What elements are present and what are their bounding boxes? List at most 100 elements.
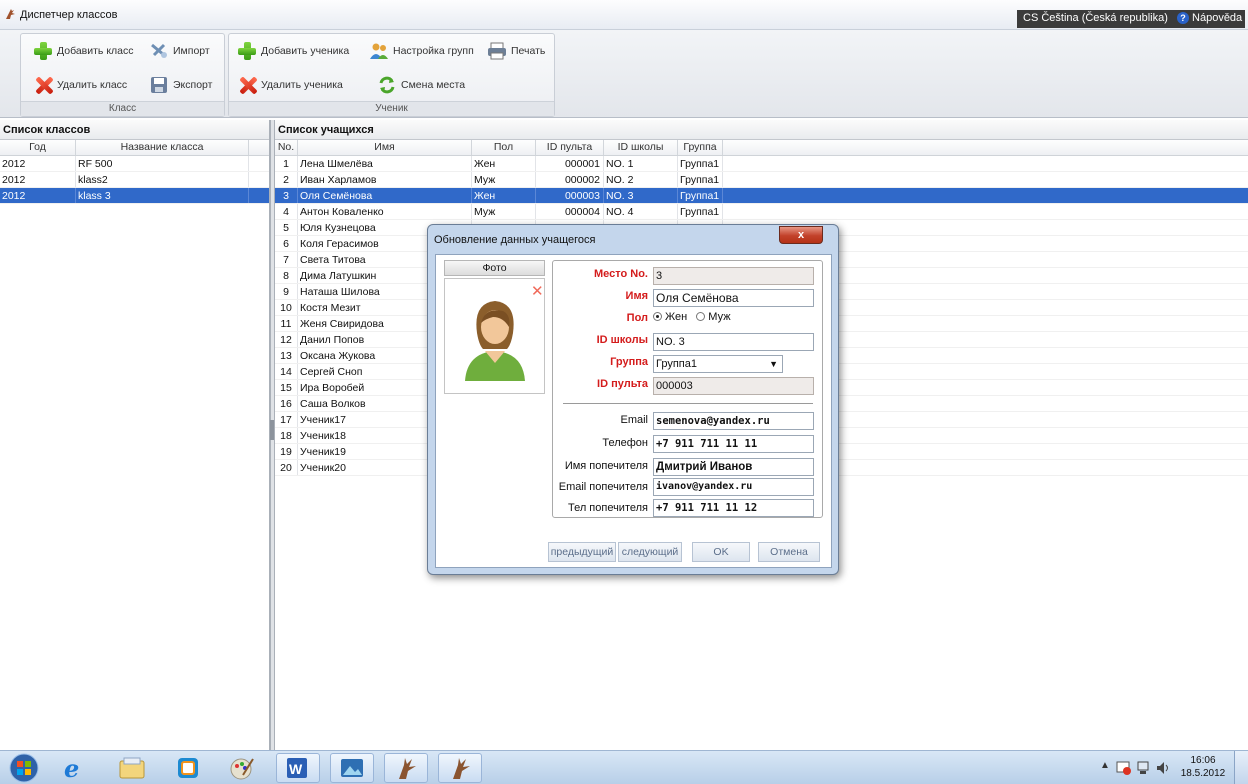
add-class-button[interactable]: Добавить класс [33,40,134,62]
delete-class-button[interactable]: Удалить класс [33,74,127,96]
windows-start-icon [9,753,39,783]
dialog-body: Фото ✕ Место No. 3 Имя Оля Семёнова Пол … [435,254,832,568]
avatar-icon [465,301,525,381]
group-select-value: Группа1 [656,358,697,370]
photo-label: Фото [444,260,545,276]
guardian-phone-label: Тел попечителя [567,502,648,514]
student-row[interactable]: 1 Лена Шмелёва Жен 000001 NO. 1 Группа1 [275,156,1248,172]
taskbar-class-manager-2[interactable] [438,753,482,783]
class-year-cell: 2012 [0,188,76,203]
help-label[interactable]: Nápověda [1192,12,1242,24]
update-student-dialog: Обновление данных учащегося x Фото ✕ Мес… [427,224,839,575]
sex-male-radio[interactable] [696,312,706,321]
guardian-email-field[interactable]: ivanov@yandex.ru [653,478,814,496]
class-list-body: 2012 RF 500 2012 klass2 2012 klass 3 [0,156,269,204]
column-name[interactable]: Имя [298,140,472,155]
group-select[interactable]: Группа1 ▼ [653,355,783,373]
taskbar-word[interactable]: W [276,753,320,783]
student-no-cell: 19 [275,444,298,459]
email-label: Email [620,414,648,426]
previous-button[interactable]: предыдущий [548,542,616,562]
class-row[interactable]: 2012 RF 500 [0,156,269,172]
column-no[interactable]: No. [275,140,298,155]
title-bar: Диспетчер классов CS Čeština (Česká repu… [0,0,1248,30]
chevron-down-icon[interactable]: ▼ [769,356,778,372]
volume-icon[interactable] [1155,760,1171,776]
student-sex-cell: Муж [472,172,536,187]
close-button[interactable]: x [779,226,823,244]
hand-icon [453,758,470,779]
student-list-title: Список учащихся [275,120,1248,140]
name-field[interactable]: Оля Семёнова [653,289,814,307]
delete-icon [237,75,257,95]
student-row[interactable]: 2 Иван Харламов Муж 000002 NO. 2 Группа1 [275,172,1248,188]
language-label[interactable]: CS Čeština (Česká republika) [1023,12,1168,24]
show-desktop-button[interactable] [1234,751,1248,784]
school-id-label: ID школы [596,334,648,346]
taskbar-paint[interactable] [220,753,264,783]
guardian-name-field[interactable]: Дмитрий Иванов [653,458,814,476]
cancel-button[interactable]: Отмена [758,542,820,562]
class-list-panel: Список классов Год Название класса 2012 R… [0,120,270,750]
plus-icon [33,41,53,61]
import-button[interactable]: Импорт [149,40,210,62]
group-settings-button[interactable]: Настройка групп [369,40,474,62]
student-name-cell: Иван Харламов [298,172,472,187]
clock-time: 16:06 [1190,755,1216,766]
column-group[interactable]: Группа [678,140,723,155]
folder-icon [119,757,145,779]
student-no-cell: 5 [275,220,298,235]
email-field[interactable]: semenova@yandex.ru [653,412,814,430]
clock[interactable]: 16:06 18.5.2012 [1178,754,1228,780]
change-seat-button[interactable]: Смена места [377,74,465,96]
network-icon[interactable] [1136,760,1152,776]
print-button[interactable]: Печать [487,40,545,62]
student-no-cell: 9 [275,284,298,299]
sex-female-radio[interactable] [653,312,662,321]
student-no-cell: 1 [275,156,298,171]
photo-box[interactable]: ✕ [444,278,545,394]
taskbar-images[interactable] [330,753,374,783]
sex-male-label[interactable]: Муж [708,311,730,323]
taskbar-explorer[interactable] [110,753,154,783]
student-list-header: No. Имя Пол ID пульта ID школы Группа [275,140,1248,156]
column-school-id[interactable]: ID школы [604,140,678,155]
export-button[interactable]: Экспорт [149,74,212,96]
action-center-icon[interactable] [1116,760,1132,776]
add-student-button[interactable]: Добавить ученика [237,40,349,62]
seat-field: 3 [653,267,814,285]
guardian-phone-field[interactable]: +7 911 711 11 12 [653,499,814,517]
column-year[interactable]: Год [0,140,76,155]
student-row[interactable]: 3 Оля Семёнова Жен 000003 NO. 3 Группа1 [275,188,1248,204]
column-class-name[interactable]: Название класса [76,140,249,155]
next-button[interactable]: следующий [618,542,682,562]
tray-expand-icon[interactable]: ▲ [1100,760,1110,771]
language-bar[interactable]: CS Čeština (Česká republika) ? Nápověda [1017,10,1245,28]
delete-photo-icon[interactable]: ✕ [531,284,544,299]
column-sex[interactable]: Пол [472,140,536,155]
sex-female-label[interactable]: Жен [665,311,687,323]
taskbar-media[interactable] [166,753,210,783]
ok-button[interactable]: OK [692,542,750,562]
student-school-cell: NO. 1 [604,156,678,171]
school-id-field[interactable]: NO. 3 [653,333,814,351]
class-row[interactable]: 2012 klass2 [0,172,269,188]
student-no-cell: 7 [275,252,298,267]
start-button[interactable] [2,753,46,783]
taskbar-class-manager[interactable] [384,753,428,783]
student-no-cell: 3 [275,188,298,203]
column-pult-id[interactable]: ID пульта [536,140,604,155]
student-school-cell: NO. 4 [604,204,678,219]
delete-student-button[interactable]: Удалить ученика [237,74,343,96]
class-row[interactable]: 2012 klass 3 [0,188,269,204]
plus-icon [237,41,257,61]
form-divider [563,403,813,404]
splitter-handle[interactable] [270,420,274,440]
class-group-label: Класс [21,101,224,116]
taskbar: e W ▲ 16:06 18.5.2012 [0,750,1248,784]
phone-field[interactable]: +7 911 711 11 11 [653,435,814,453]
import-icon [151,43,167,58]
student-row[interactable]: 4 Антон Коваленко Муж 000004 NO. 4 Группа1 [275,204,1248,220]
taskbar-ie[interactable]: e [52,753,96,783]
word-icon: W [287,758,307,778]
